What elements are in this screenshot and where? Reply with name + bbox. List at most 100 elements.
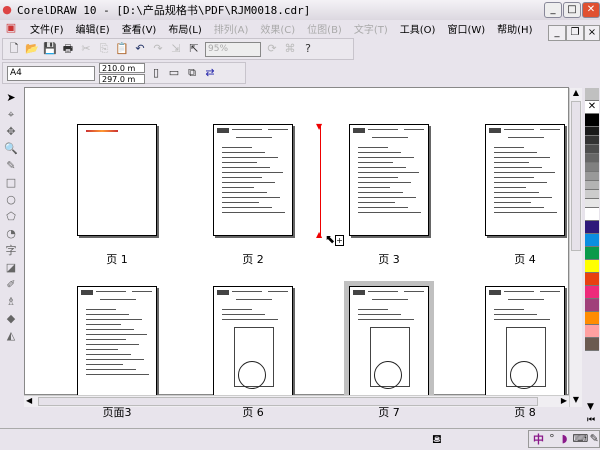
- menu-item[interactable]: 文字(T): [354, 21, 388, 36]
- color-swatch[interactable]: [585, 286, 599, 299]
- eyedropper-tool-icon[interactable]: ✐: [4, 278, 18, 292]
- page-thumbnail[interactable]: [485, 286, 565, 398]
- freehand-tool-icon[interactable]: ✎: [4, 159, 18, 173]
- basic-shapes-tool-icon[interactable]: ◔: [4, 227, 18, 241]
- print-icon[interactable]: 🖶: [61, 42, 75, 56]
- paper-units-icon[interactable]: ⇄: [203, 66, 217, 80]
- minimize-button[interactable]: _: [544, 2, 562, 18]
- color-swatch[interactable]: [585, 208, 599, 221]
- maximize-button[interactable]: □: [563, 2, 581, 18]
- doc-restore-button[interactable]: ❐: [566, 25, 584, 41]
- menu-item[interactable]: 窗口(W): [447, 21, 485, 36]
- page-layout-icon[interactable]: ⧉: [185, 66, 199, 80]
- page-thumbnail[interactable]: [485, 124, 565, 236]
- color-swatch[interactable]: [585, 338, 599, 351]
- ellipse-tool-icon[interactable]: ○: [4, 193, 18, 207]
- scroll-left-icon[interactable]: ◀: [26, 396, 32, 405]
- ime-settings-icon[interactable]: ✎: [589, 432, 599, 446]
- color-swatch[interactable]: [585, 199, 599, 208]
- menu-item[interactable]: 编辑(E): [76, 21, 110, 36]
- page-thumbnail[interactable]: [77, 124, 157, 236]
- color-swatch[interactable]: [585, 181, 599, 190]
- page-height-field[interactable]: 297.0 m: [99, 73, 145, 84]
- horizontal-scroll-thumb[interactable]: [38, 397, 538, 406]
- doc-close-button[interactable]: ×: [584, 25, 600, 41]
- color-swatch[interactable]: [585, 247, 599, 260]
- undo-icon[interactable]: ↶: [133, 42, 147, 56]
- color-swatch[interactable]: [585, 299, 599, 312]
- color-swatch[interactable]: [585, 172, 599, 181]
- color-swatch[interactable]: [585, 312, 599, 325]
- crop-tool-icon[interactable]: ✥: [4, 125, 18, 139]
- menu-item[interactable]: 效果(C): [260, 21, 295, 36]
- shape-tool-icon[interactable]: ⌖: [4, 108, 18, 122]
- page-sorter-view[interactable]: ▼ ▲ ⬉+ 页 1页 2页 3页 4 页面3 页 6页 7页 8: [24, 87, 569, 419]
- zoom-level-select[interactable]: 95%: [205, 41, 261, 57]
- menu-item[interactable]: 文件(F): [30, 21, 64, 36]
- scroll-up-icon[interactable]: ▲: [570, 88, 582, 100]
- scroll-right-icon[interactable]: ▶: [561, 396, 567, 405]
- page-thumbnail[interactable]: [213, 124, 293, 236]
- rectangle-tool-icon[interactable]: □: [4, 176, 18, 190]
- page-thumbnail[interactable]: [344, 281, 434, 403]
- zoom-tool-icon[interactable]: 🔍: [4, 142, 18, 156]
- outline-tool-icon[interactable]: ♗: [4, 295, 18, 309]
- color-swatch[interactable]: [585, 260, 599, 273]
- open-icon[interactable]: 📂: [25, 42, 39, 56]
- paper-type-select[interactable]: A4: [7, 65, 95, 81]
- no-color-swatch[interactable]: ✕: [585, 101, 599, 114]
- pick-tool-icon[interactable]: ➤: [4, 91, 18, 105]
- page-thumbnail[interactable]: [77, 286, 157, 398]
- new-icon[interactable]: 🗋: [7, 42, 21, 56]
- corel-online-icon[interactable]: ⌘: [283, 42, 297, 56]
- paste-icon[interactable]: 📋: [115, 42, 129, 56]
- ime-keyboard-icon[interactable]: ⌨: [572, 432, 588, 446]
- palette-expand-icon[interactable]: ⏮: [587, 415, 595, 425]
- color-swatch[interactable]: [585, 190, 599, 199]
- page-thumbnail[interactable]: [213, 286, 293, 398]
- menu-item[interactable]: 位图(B): [307, 21, 342, 36]
- color-swatch[interactable]: [585, 325, 599, 338]
- color-swatch[interactable]: [585, 88, 599, 101]
- doc-minimize-button[interactable]: _: [548, 25, 566, 41]
- close-button[interactable]: ✕: [582, 2, 600, 18]
- color-swatch[interactable]: [585, 234, 599, 247]
- vertical-scrollbar[interactable]: ▲ ▼: [569, 88, 582, 407]
- page-thumbnail[interactable]: [349, 124, 429, 236]
- portrait-icon[interactable]: ▯: [149, 66, 163, 80]
- cut-icon[interactable]: ✂: [79, 42, 93, 56]
- horizontal-scrollbar[interactable]: ◀ ▶: [24, 395, 569, 407]
- polygon-tool-icon[interactable]: ⬠: [4, 210, 18, 224]
- menu-item[interactable]: 排列(A): [214, 21, 249, 36]
- copy-icon[interactable]: ⎘: [97, 42, 111, 56]
- landscape-icon[interactable]: ▭: [167, 66, 181, 80]
- interactive-blend-tool-icon[interactable]: ◪: [4, 261, 18, 275]
- menu-item[interactable]: 帮助(H): [497, 21, 532, 36]
- color-swatch[interactable]: [585, 136, 599, 145]
- vertical-scroll-thumb[interactable]: [571, 101, 581, 251]
- color-swatch[interactable]: [585, 221, 599, 234]
- color-swatch[interactable]: [585, 145, 599, 154]
- whats-this-help-icon[interactable]: ?: [301, 42, 315, 56]
- menu-item[interactable]: 查看(V): [122, 21, 157, 36]
- color-swatch[interactable]: [585, 127, 599, 136]
- palette-scroll-down-icon[interactable]: ▼: [587, 402, 594, 412]
- redo-icon[interactable]: ↷: [151, 42, 165, 56]
- application-launcher-icon[interactable]: ⟳: [265, 42, 279, 56]
- ime-chinese-indicator[interactable]: 中: [533, 431, 544, 447]
- color-swatch[interactable]: [585, 163, 599, 172]
- scroll-down-icon[interactable]: ▼: [570, 395, 582, 407]
- import-icon[interactable]: ⇲: [169, 42, 183, 56]
- menu-item[interactable]: 布局(L): [168, 21, 201, 36]
- export-icon[interactable]: ⇱: [187, 42, 201, 56]
- color-swatch[interactable]: [585, 273, 599, 286]
- ime-half-width-icon[interactable]: ◗: [560, 432, 570, 446]
- color-swatch[interactable]: [585, 154, 599, 163]
- fill-tool-icon[interactable]: ◆: [4, 312, 18, 326]
- save-icon[interactable]: 💾: [43, 42, 57, 56]
- color-swatch[interactable]: [585, 114, 599, 127]
- menu-item[interactable]: 工具(O): [400, 21, 436, 36]
- text-tool-icon[interactable]: 字: [4, 244, 18, 258]
- interactive-fill-tool-icon[interactable]: ◭: [4, 329, 18, 343]
- page-width-field[interactable]: 210.0 m: [99, 62, 145, 73]
